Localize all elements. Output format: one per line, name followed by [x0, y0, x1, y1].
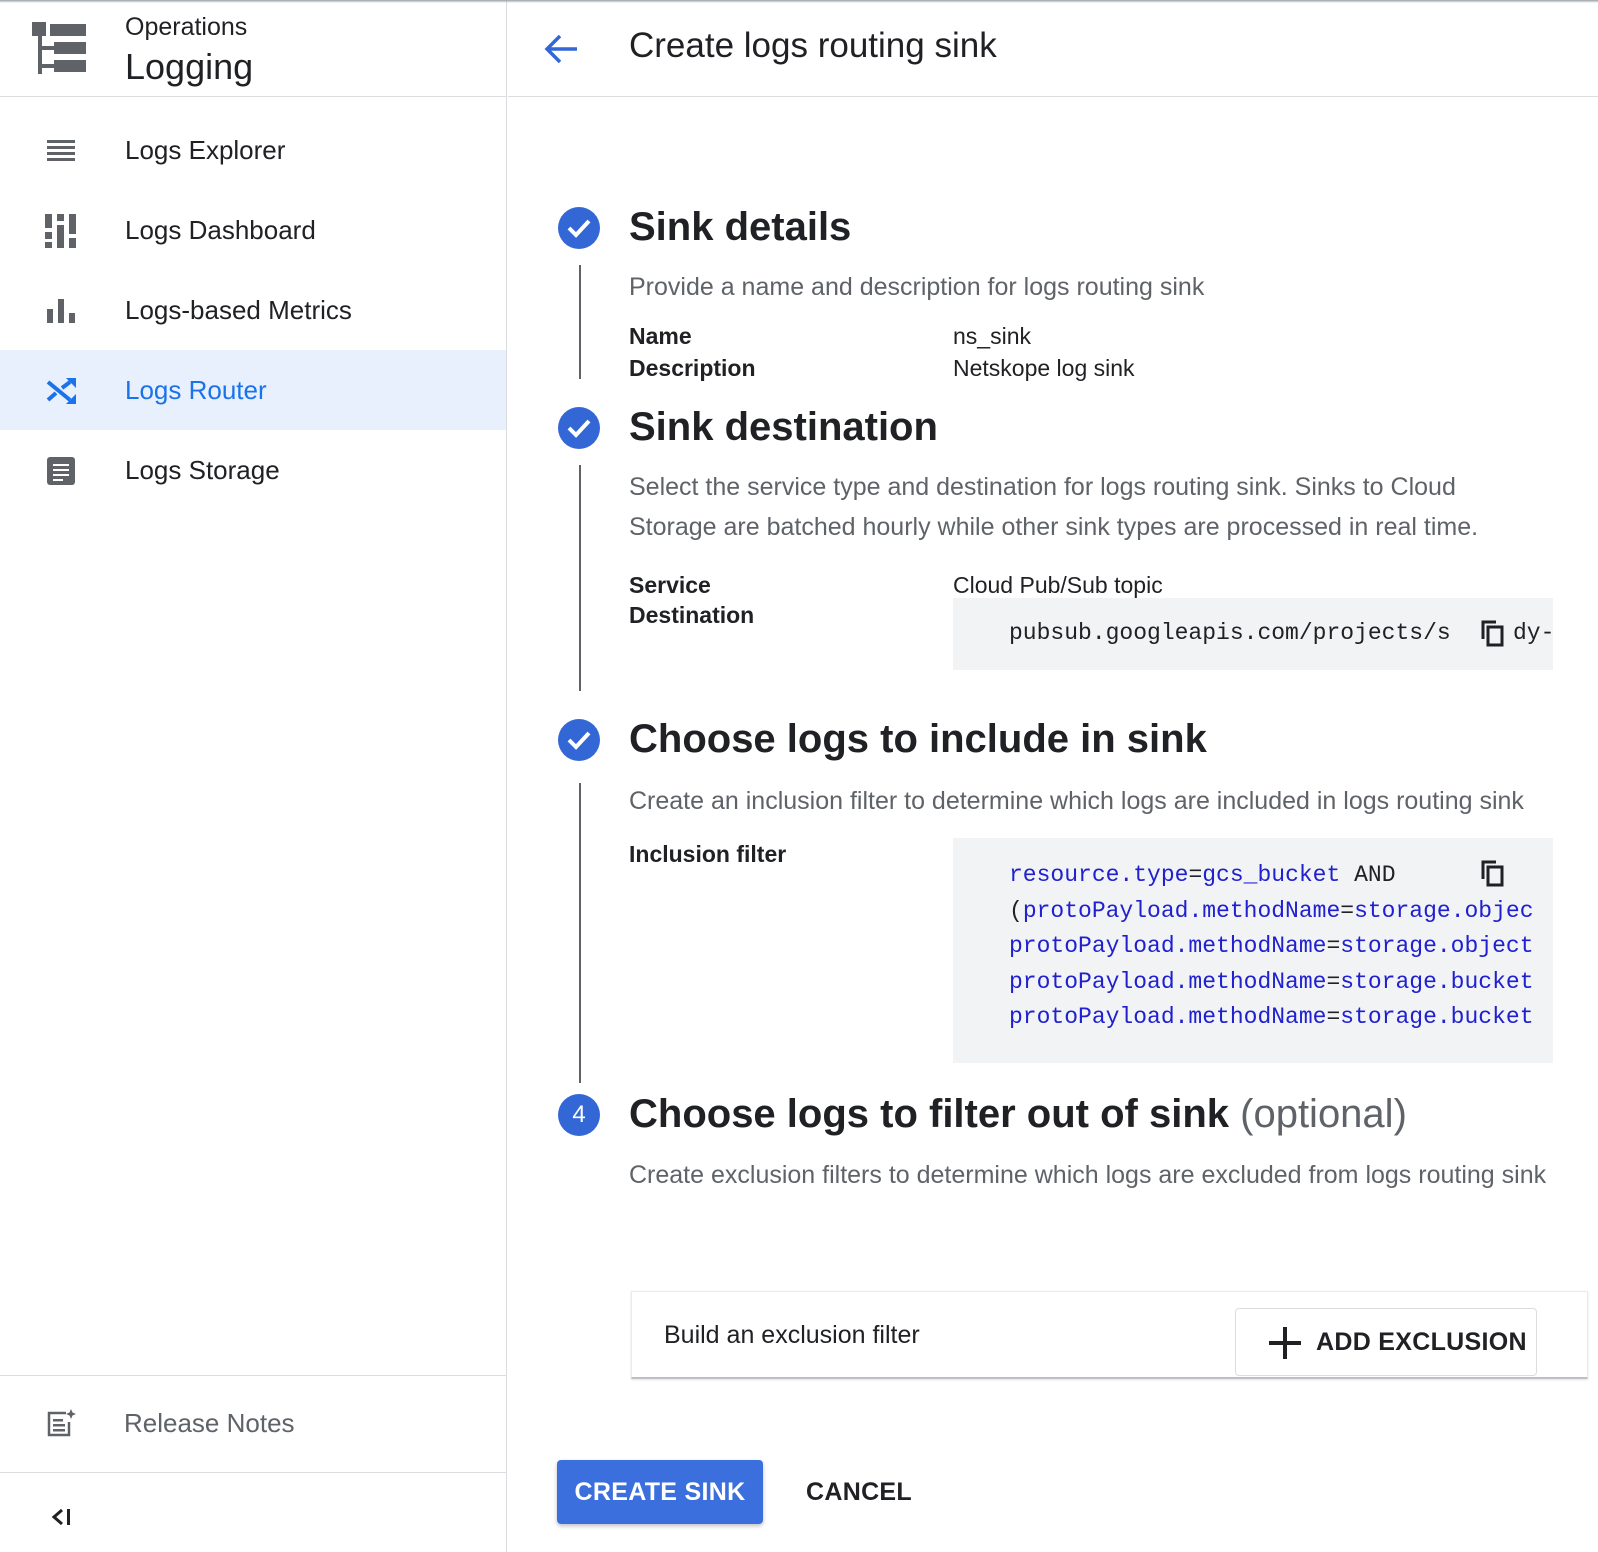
sidebar-item-label: Logs Explorer — [125, 134, 286, 165]
collapse-sidebar-button[interactable] — [44, 1500, 78, 1534]
step-complete-check-icon — [558, 719, 600, 761]
step-complete-check-icon — [558, 407, 600, 449]
create-sink-form: Sink details Provide a name and descript… — [508, 97, 1598, 1552]
product-name: Logging — [125, 46, 254, 87]
sidebar-item-label: Logs Dashboard — [125, 214, 316, 245]
sidebar-item-logs-dashboard[interactable]: Logs Dashboard — [0, 190, 506, 270]
arrow-back-icon — [544, 34, 577, 64]
sidebar-item-logs-explorer[interactable]: Logs Explorer — [0, 110, 506, 190]
sidebar-nav: Logs Explorer Logs Dashboard Logs-based … — [0, 110, 506, 510]
sidebar: Operations Logging Logs Explorer Logs Da… — [0, 0, 507, 1552]
step-include-logs-description: Create an inclusion filter to determine … — [629, 787, 1524, 815]
copy-icon[interactable] — [1478, 858, 1508, 888]
filter-line: protoPayload.methodName=storage.bucket — [1009, 1004, 1534, 1030]
page-header: Create logs routing sink — [508, 0, 1598, 97]
optional-label: (optional) — [1240, 1092, 1407, 1136]
step-sink-destination-title[interactable]: Sink destination — [629, 405, 938, 450]
step-exclude-logs-description: Create exclusion filters to determine wh… — [629, 1161, 1547, 1189]
description-value: Netskope log sink — [953, 355, 1135, 381]
product-header: Operations Logging — [0, 0, 507, 97]
shuffle-icon — [44, 374, 78, 408]
release-notes-link[interactable]: Release Notes — [0, 1375, 506, 1473]
sidebar-item-logs-storage[interactable]: Logs Storage — [0, 430, 506, 510]
release-notes-icon — [44, 1406, 78, 1440]
exclusion-filter-label: Build an exclusion filter — [664, 1321, 920, 1349]
dashboard-icon — [44, 214, 78, 248]
service-value: Cloud Pub/Sub topic — [953, 572, 1163, 598]
product-suptitle: Operations — [125, 13, 248, 41]
sidebar-item-label: Logs Router — [125, 374, 267, 405]
destination-code-box: pubsub.googleapis.com/projects/s dy- — [953, 598, 1553, 670]
sidebar-item-logs-based-metrics[interactable]: Logs-based Metrics — [0, 270, 506, 350]
filter-line: (protoPayload.methodName=storage.objec — [1009, 898, 1534, 924]
step-sink-details-description: Provide a name and description for logs … — [629, 273, 1205, 301]
back-button[interactable] — [541, 29, 581, 69]
exclusion-filter-card: Build an exclusion filter ADD EXCLUSION — [631, 1291, 1588, 1379]
top-shadow — [0, 0, 1598, 3]
step-sink-details-title[interactable]: Sink details — [629, 205, 851, 250]
filter-line: resource.type=gcs_bucket AND — [1009, 862, 1396, 888]
add-exclusion-label: ADD EXCLUSION — [1316, 1328, 1527, 1356]
logging-logo-icon — [32, 22, 86, 74]
step-number-badge: 4 — [558, 1094, 600, 1136]
copy-icon[interactable] — [1478, 618, 1508, 648]
cancel-button[interactable]: CANCEL — [795, 1460, 923, 1524]
destination-value-overflow: dy- — [1513, 620, 1553, 646]
inclusion-filter-key: Inclusion filter — [629, 841, 787, 867]
destination-key: Destination — [629, 602, 755, 628]
step-sink-destination-description: Select the service type and destination … — [629, 473, 1479, 541]
step-connector — [579, 783, 581, 1083]
destination-value: pubsub.googleapis.com/projects/s — [1009, 620, 1451, 646]
step-include-logs-title[interactable]: Choose logs to include in sink — [629, 717, 1207, 762]
list-lines-icon — [44, 134, 78, 168]
create-sink-label: CREATE SINK — [574, 1477, 746, 1506]
step-complete-check-icon — [558, 207, 600, 249]
description-key: Description — [629, 355, 756, 381]
storage-icon — [44, 454, 78, 488]
step-connector — [579, 265, 581, 379]
plus-icon — [1269, 1327, 1301, 1359]
page-title: Create logs routing sink — [629, 26, 997, 65]
step-exclude-logs-title[interactable]: Choose logs to filter out of sink (optio… — [629, 1092, 1407, 1137]
collapse-icon — [51, 1508, 70, 1526]
filter-line: protoPayload.methodName=storage.object — [1009, 933, 1534, 959]
sidebar-item-logs-router[interactable]: Logs Router — [0, 350, 506, 430]
bar-chart-icon — [44, 294, 78, 328]
create-sink-button[interactable]: CREATE SINK — [557, 1460, 763, 1524]
filter-line: protoPayload.methodName=storage.bucket — [1009, 969, 1534, 995]
add-exclusion-button[interactable]: ADD EXCLUSION — [1235, 1308, 1537, 1376]
inclusion-filter-code-box: resource.type=gcs_bucket AND (protoPaylo… — [953, 838, 1553, 1063]
cancel-label: CANCEL — [806, 1477, 912, 1506]
step-connector — [579, 465, 581, 691]
name-key: Name — [629, 323, 692, 349]
sidebar-item-label: Logs Storage — [125, 454, 280, 485]
service-key: Service — [629, 572, 711, 598]
name-value: ns_sink — [953, 323, 1031, 349]
release-notes-label: Release Notes — [124, 1408, 295, 1438]
sidebar-item-label: Logs-based Metrics — [125, 294, 352, 325]
